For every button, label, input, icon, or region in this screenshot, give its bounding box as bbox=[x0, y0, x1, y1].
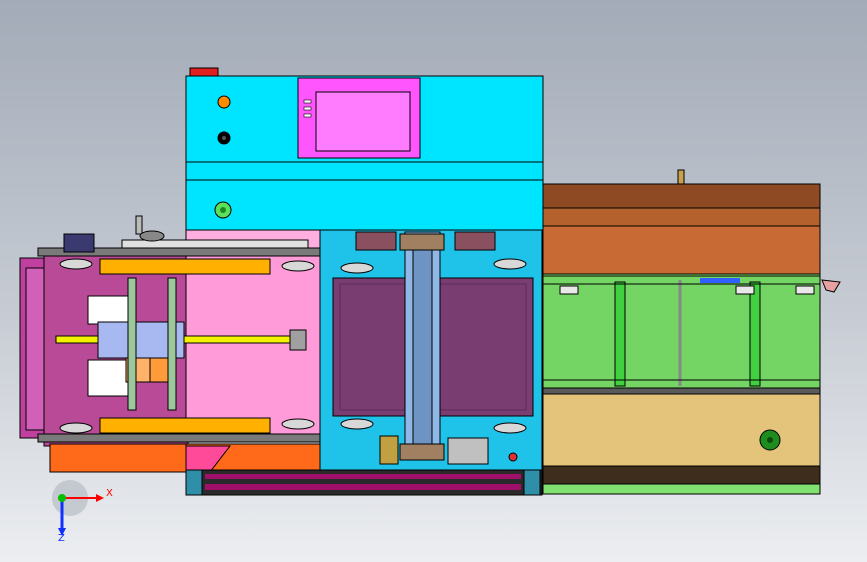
machine-base bbox=[185, 469, 543, 496]
orange-indicator-lamp bbox=[217, 95, 231, 109]
green-slide-bar-left bbox=[614, 281, 626, 387]
right-top-cover bbox=[542, 169, 821, 275]
z-axis-label: Z bbox=[58, 533, 65, 544]
green-slide-bar-right bbox=[749, 281, 761, 387]
view-orientation-triad bbox=[52, 480, 104, 536]
left-orange-base bbox=[49, 443, 321, 473]
top-knob-post[interactable] bbox=[135, 215, 143, 235]
control-cabinet bbox=[185, 67, 544, 233]
cad-model-view bbox=[19, 67, 841, 536]
y-axis-dot bbox=[58, 494, 66, 502]
x-axis-label: X bbox=[106, 488, 113, 499]
right-module bbox=[542, 273, 841, 495]
mounting-bracket bbox=[63, 233, 95, 253]
